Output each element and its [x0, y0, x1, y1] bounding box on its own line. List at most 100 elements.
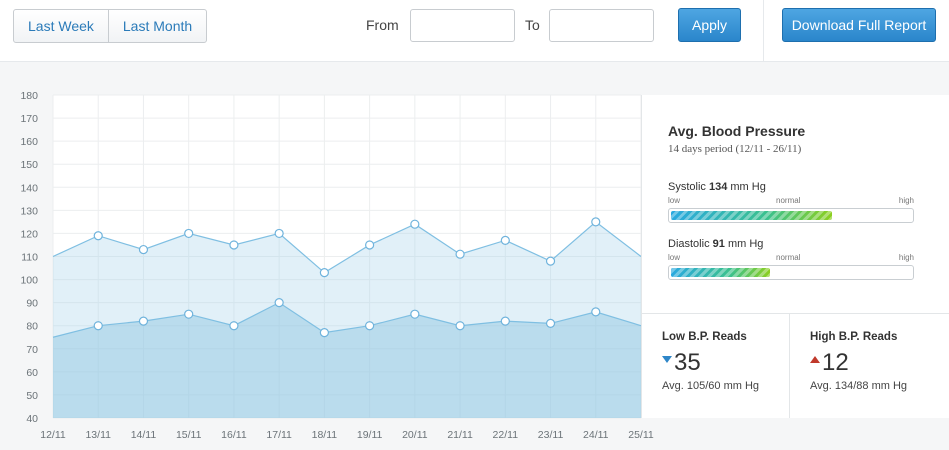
from-label: From — [366, 17, 399, 33]
download-report-button[interactable]: Download Full Report — [782, 8, 936, 42]
high-bp-title: High B.P. Reads — [810, 331, 898, 343]
x-tick-label: 18/11 — [312, 429, 338, 441]
scale-low-label: low — [668, 196, 681, 205]
high-bp-avg: Avg. 134/88 mm Hg — [810, 380, 908, 392]
low-bp-count-row: 35 — [662, 349, 701, 377]
data-point-systolic — [545, 256, 556, 266]
data-point-systolic — [184, 228, 194, 239]
diastolic-bar-track — [668, 265, 914, 280]
diastolic-bar-fill — [671, 268, 770, 277]
arrow-up-icon — [810, 355, 820, 363]
scale-normal-label: normal — [776, 253, 801, 262]
data-point-systolic — [319, 268, 329, 278]
y-tick-label: 110 — [21, 252, 38, 264]
apply-button[interactable]: Apply — [678, 8, 741, 42]
x-tick-label: 14/11 — [131, 429, 157, 441]
x-tick-label: 17/11 — [266, 429, 292, 441]
y-tick-label: 170 — [20, 113, 38, 125]
y-tick-label: 150 — [20, 159, 38, 171]
to-date-input[interactable] — [549, 9, 654, 42]
toolbar-divider — [763, 0, 764, 62]
arrow-down-icon — [662, 355, 672, 363]
diastolic-heading: Diastolic 91 mm Hg — [668, 238, 914, 250]
y-tick-label: 40 — [26, 413, 38, 425]
x-tick-label: 12/11 — [40, 429, 66, 441]
systolic-label: Systolic — [668, 181, 706, 193]
x-tick-label: 16/11 — [221, 429, 247, 441]
x-tick-label: 15/11 — [176, 429, 202, 441]
data-point-systolic — [591, 217, 601, 227]
y-tick-label: 180 — [20, 90, 38, 102]
systolic-bar-track — [668, 208, 914, 223]
data-point-diastolic — [184, 309, 194, 319]
x-tick-label: 20/11 — [402, 429, 428, 441]
data-point-systolic — [138, 244, 149, 255]
avg-bp-period: 14 days period (12/11 - 26/11) — [668, 143, 802, 155]
systolic-unit: mm Hg — [730, 181, 766, 193]
y-tick-label: 120 — [20, 228, 38, 240]
diastolic-scale: low normal high — [668, 253, 914, 265]
data-point-diastolic — [591, 307, 601, 317]
data-point-diastolic — [455, 321, 465, 331]
data-point-systolic — [274, 228, 284, 239]
y-tick-label: 80 — [26, 321, 38, 333]
y-tick-label: 140 — [20, 182, 38, 194]
date-range-toggle: Last Week Last Month — [13, 9, 208, 43]
toolbar: Last Week Last Month From To Apply Downl… — [0, 0, 949, 62]
y-tick-label: 60 — [26, 367, 38, 379]
y-tick-label: 70 — [26, 344, 38, 356]
summary-panel: Avg. Blood Pressure 14 days period (12/1… — [641, 95, 949, 418]
scale-high-label: high — [898, 196, 914, 205]
last-month-button[interactable]: Last Month — [107, 10, 206, 42]
data-point-diastolic — [93, 321, 103, 331]
x-tick-label: 25/11 — [628, 429, 654, 441]
low-bp-title: Low B.P. Reads — [662, 331, 747, 343]
data-point-systolic — [93, 231, 103, 241]
y-tick-label: 130 — [20, 205, 38, 217]
x-tick-label: 21/11 — [447, 429, 473, 441]
x-tick-label: 19/11 — [357, 429, 383, 441]
scale-high-label: high — [898, 253, 914, 262]
data-point-systolic — [455, 249, 465, 259]
data-point-systolic — [229, 240, 239, 250]
data-point-diastolic — [365, 321, 375, 331]
y-tick-label: 90 — [26, 298, 38, 310]
low-bp-stat: Low B.P. Reads 35 Avg. 105/60 mm Hg — [642, 313, 789, 417]
data-point-systolic — [500, 235, 510, 245]
high-bp-count: 12 — [822, 349, 849, 376]
scale-normal-label: normal — [776, 196, 801, 205]
to-label: To — [525, 17, 540, 33]
main-area: 40 50 60 70 80 90 100 110 120 130 140 150 160 170 180 … — [0, 62, 949, 450]
low-bp-count: 35 — [674, 349, 701, 376]
x-tick-label: 24/11 — [583, 429, 609, 441]
data-point-diastolic — [500, 316, 510, 326]
x-tick-label: 22/11 — [493, 429, 519, 441]
data-point-diastolic — [410, 309, 420, 319]
data-point-systolic — [365, 240, 375, 250]
from-date-input[interactable] — [410, 9, 515, 42]
systolic-meter: Systolic 134 mm Hg low normal high — [668, 181, 914, 223]
data-point-diastolic — [319, 328, 329, 338]
avg-bp-title: Avg. Blood Pressure — [668, 123, 806, 139]
y-tick-label: 160 — [20, 136, 38, 148]
last-week-button[interactable]: Last Week — [14, 10, 108, 42]
scale-low-label: low — [668, 253, 681, 262]
low-bp-avg: Avg. 105/60 mm Hg — [662, 380, 760, 392]
data-point-diastolic — [274, 298, 284, 308]
y-tick-label: 50 — [26, 390, 38, 402]
data-point-diastolic — [138, 316, 149, 326]
systolic-bar-fill — [671, 211, 833, 220]
systolic-heading: Systolic 134 mm Hg — [668, 181, 914, 193]
diastolic-value: 91 — [712, 238, 725, 250]
x-tick-label: 13/11 — [85, 429, 111, 441]
systolic-value: 134 — [708, 181, 728, 193]
high-bp-stat: High B.P. Reads 12 Avg. 134/88 mm Hg — [790, 313, 937, 417]
high-bp-count-row: 12 — [810, 349, 849, 377]
x-tick-label: 23/11 — [538, 429, 564, 441]
y-tick-label: 100 — [20, 275, 38, 287]
systolic-scale: low normal high — [668, 196, 914, 208]
data-point-diastolic — [229, 321, 239, 331]
diastolic-unit: mm Hg — [727, 238, 764, 250]
diastolic-label: Diastolic — [668, 238, 710, 250]
diastolic-meter: Diastolic 91 mm Hg low normal high — [668, 238, 914, 280]
